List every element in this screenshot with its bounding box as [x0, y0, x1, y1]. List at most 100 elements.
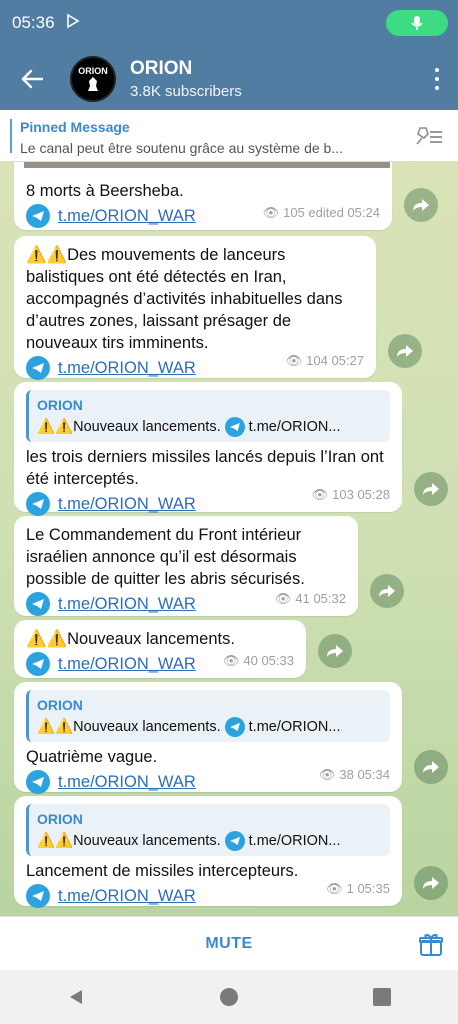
message-bubble[interactable]: ⚠️⚠️Des mouvements de lanceurs balistiqu…	[14, 236, 376, 380]
telegram-icon	[224, 831, 245, 851]
message-meta: 👁 41 05:32	[275, 588, 346, 610]
telegram-icon	[26, 204, 50, 228]
views-icon: 👁	[274, 591, 292, 606]
message-bubble[interactable]: ORION ⚠️⚠️Nouveaux lancements. t.me/ORIO…	[14, 796, 402, 908]
channel-title-block[interactable]: ORION 3.8K subscribers	[130, 58, 242, 100]
view-count: 40	[243, 653, 258, 668]
play-store-icon	[65, 13, 81, 34]
channel-name: ORION	[130, 58, 193, 79]
share-button[interactable]	[388, 334, 422, 368]
share-button[interactable]	[414, 750, 448, 784]
message-time: 05:33	[261, 653, 294, 668]
pinned-indicator	[10, 119, 12, 153]
reply-quote[interactable]: ORION ⚠️⚠️Nouveaux lancements. t.me/ORIO…	[26, 690, 390, 742]
status-time: 05:36	[12, 13, 55, 32]
pinned-label: Pinned Message	[20, 119, 130, 135]
gift-icon[interactable]	[418, 931, 444, 957]
telegram-icon	[26, 652, 50, 676]
message-link[interactable]: t.me/ORION_WAR	[58, 653, 196, 675]
views-icon: 👁	[311, 487, 329, 502]
pinned-list-icon[interactable]	[414, 124, 444, 148]
message-meta: 👁 40 05:33	[223, 650, 294, 672]
chat-header: ORION ORION 3.8K subscribers	[0, 48, 458, 110]
message-bubble[interactable]: ORION ⚠️⚠️Nouveaux lancements. t.me/ORIO…	[14, 682, 402, 794]
message-text: 8 morts à Beersheba.	[26, 182, 184, 200]
message-time: 05:35	[357, 881, 390, 896]
message-bubble[interactable]: ORION ⚠️⚠️Nouveaux lancements. t.me/ORIO…	[14, 382, 402, 516]
message-bubble[interactable]: 8 morts à Beersheba. t.me/ORION_WAR 👁 10…	[14, 162, 392, 230]
quote-link: t.me/ORION...	[248, 833, 341, 849]
app-header: 05:36 ORION ORION 3.8K subscribers	[0, 0, 458, 110]
quote-author: ORION	[37, 811, 83, 827]
telegram-icon	[26, 492, 50, 516]
message-link[interactable]: t.me/ORION_WAR	[58, 885, 196, 907]
share-button[interactable]	[318, 634, 352, 668]
quote-text: ⚠️⚠️Nouveaux lancements.	[37, 833, 221, 849]
channel-avatar[interactable]: ORION	[70, 56, 116, 102]
telegram-icon	[224, 717, 245, 737]
pinned-text: Le canal peut être soutenu grâce au syst…	[20, 140, 343, 156]
mic-indicator-icon	[386, 10, 448, 36]
mute-button[interactable]: MUTE	[205, 935, 252, 953]
pinned-message-bar[interactable]: Pinned Message Le canal peut être souten…	[0, 110, 458, 162]
message-link[interactable]: t.me/ORION_WAR	[58, 593, 196, 615]
views-icon: 👁	[222, 653, 240, 668]
nav-back-icon[interactable]	[67, 988, 85, 1006]
system-nav-bar	[0, 970, 458, 1024]
views-icon: 👁	[318, 767, 336, 782]
quote-text: ⚠️⚠️Nouveaux lancements.	[37, 419, 221, 435]
subscriber-count: 3.8K subscribers	[130, 83, 242, 100]
message-link[interactable]: t.me/ORION_WAR	[58, 493, 196, 515]
knight-logo-icon	[88, 77, 98, 91]
telegram-icon	[26, 592, 50, 616]
message-meta: 👁 104 05:27	[286, 350, 364, 372]
mute-bar: MUTE	[0, 916, 458, 970]
message-text: ⚠️⚠️Nouveaux lancements.	[26, 630, 235, 648]
message-list[interactable]: 8 morts à Beersheba. t.me/ORION_WAR 👁 10…	[0, 162, 458, 916]
view-count: 41	[295, 591, 310, 606]
message-link[interactable]: t.me/ORION_WAR	[58, 205, 196, 227]
telegram-icon	[224, 417, 245, 437]
back-arrow-icon[interactable]	[18, 65, 46, 93]
message-text: Le Commandement du Front intérieur israé…	[26, 526, 305, 588]
quote-author: ORION	[37, 697, 83, 713]
views-icon: 👁	[326, 881, 343, 896]
view-count: 1	[346, 881, 354, 896]
share-button[interactable]	[404, 188, 438, 222]
share-button[interactable]	[370, 574, 404, 608]
view-count: 105	[283, 205, 305, 220]
message-bubble[interactable]: Le Commandement du Front intérieur israé…	[14, 516, 358, 616]
share-button[interactable]	[414, 866, 448, 900]
telegram-icon	[26, 770, 50, 794]
message-time: 05:32	[313, 591, 346, 606]
view-count: 38	[339, 767, 354, 782]
message-link[interactable]: t.me/ORION_WAR	[58, 357, 196, 379]
view-count: 103	[332, 487, 354, 502]
avatar-text: ORION	[78, 66, 108, 76]
message-time: 05:34	[357, 767, 390, 782]
message-text: ⚠️⚠️Des mouvements de lanceurs balistiqu…	[26, 246, 343, 352]
message-meta: 👁 1 05:35	[326, 878, 390, 900]
nav-home-icon[interactable]	[219, 988, 238, 1006]
message-meta: 👁 38 05:34	[319, 764, 390, 786]
view-count: 104	[306, 353, 328, 368]
quote-link: t.me/ORION...	[248, 719, 341, 735]
message-meta: 👁 105 edited 05:24	[263, 202, 380, 224]
views-icon: 👁	[285, 353, 303, 368]
quote-link: t.me/ORION...	[248, 419, 341, 435]
message-meta: 👁 103 05:28	[312, 484, 390, 506]
message-link[interactable]: t.me/ORION_WAR	[58, 771, 196, 793]
reply-quote[interactable]: ORION ⚠️⚠️Nouveaux lancements. t.me/ORIO…	[26, 390, 390, 442]
message-time: 05:28	[357, 487, 390, 502]
reply-quote[interactable]: ORION ⚠️⚠️Nouveaux lancements. t.me/ORIO…	[26, 804, 390, 856]
photo-strip	[24, 162, 390, 168]
telegram-icon	[26, 884, 50, 908]
share-button[interactable]	[414, 472, 448, 506]
message-bubble[interactable]: ⚠️⚠️Nouveaux lancements. t.me/ORION_WAR …	[14, 620, 306, 678]
message-time: 05:27	[331, 353, 364, 368]
quote-author: ORION	[37, 397, 83, 413]
nav-recents-icon[interactable]	[372, 988, 391, 1006]
message-time: edited 05:24	[308, 205, 380, 220]
telegram-icon	[26, 356, 50, 380]
more-options-icon[interactable]	[434, 68, 440, 90]
